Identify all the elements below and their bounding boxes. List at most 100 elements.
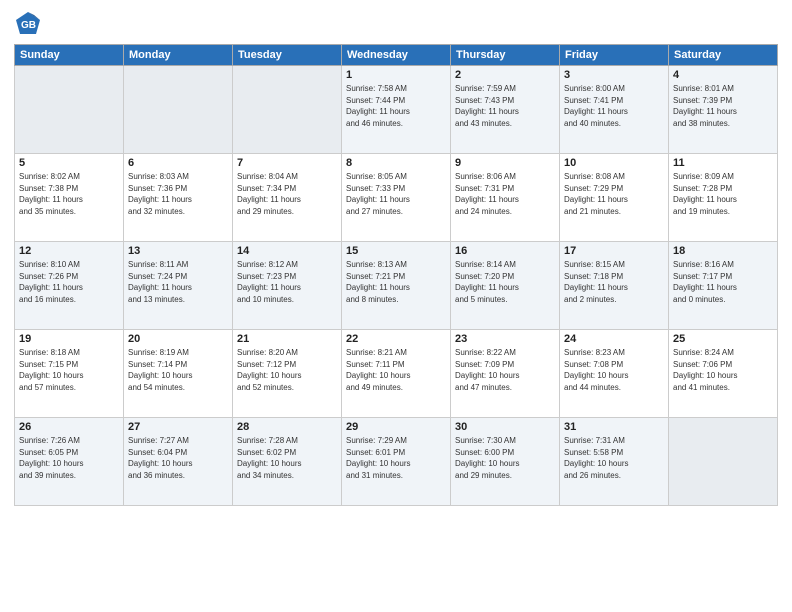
day-number: 10 — [564, 157, 664, 169]
cell-info: Sunrise: 7:58 AM Sunset: 7:44 PM Dayligh… — [346, 83, 446, 129]
cell-info: Sunrise: 8:08 AM Sunset: 7:29 PM Dayligh… — [564, 171, 664, 217]
day-number: 5 — [19, 157, 119, 169]
calendar-cell: 2 Sunrise: 7:59 AM Sunset: 7:43 PM Daylig… — [451, 66, 560, 154]
calendar-week-row: 19 Sunrise: 8:18 AM Sunset: 7:15 PM Dayli… — [15, 330, 778, 418]
cell-info: Sunrise: 8:04 AM Sunset: 7:34 PM Dayligh… — [237, 171, 337, 217]
svg-text:GB: GB — [21, 20, 36, 31]
calendar-cell: 28Sunrise: 7:28 AM Sunset: 6:02 PM Dayli… — [233, 418, 342, 506]
calendar-cell — [124, 66, 233, 154]
cell-info: Sunrise: 7:30 AM Sunset: 6:00 PM Dayligh… — [455, 435, 555, 481]
weekday-header-thursday: Thursday — [451, 45, 560, 66]
page-header: GB — [14, 10, 778, 38]
cell-info: Sunrise: 8:01 AM Sunset: 7:39 PM Dayligh… — [673, 83, 773, 129]
calendar-cell: 10 Sunrise: 8:08 AM Sunset: 7:29 PM Dayli… — [560, 154, 669, 242]
day-number: 2 — [455, 69, 555, 81]
calendar-cell — [669, 418, 778, 506]
calendar-cell: 22Sunrise: 8:21 AM Sunset: 7:11 PM Dayli… — [342, 330, 451, 418]
cell-info: Sunrise: 8:24 AM Sunset: 7:06 PM Dayligh… — [673, 347, 773, 393]
cell-info: Sunrise: 8:11 AM Sunset: 7:24 PM Dayligh… — [128, 259, 228, 305]
cell-info: Sunrise: 7:29 AM Sunset: 6:01 PM Dayligh… — [346, 435, 446, 481]
cell-info: Sunrise: 8:19 AM Sunset: 7:14 PM Dayligh… — [128, 347, 228, 393]
calendar-cell: 16 Sunrise: 8:14 AM Sunset: 7:20 PM Dayli… — [451, 242, 560, 330]
day-number: 20 — [128, 333, 228, 345]
calendar-cell: 12Sunrise: 8:10 AM Sunset: 7:26 PM Dayli… — [15, 242, 124, 330]
cell-info: Sunrise: 8:06 AM Sunset: 7:31 PM Dayligh… — [455, 171, 555, 217]
cell-info: Sunrise: 8:15 AM Sunset: 7:18 PM Dayligh… — [564, 259, 664, 305]
calendar-cell: 15 Sunrise: 8:13 AM Sunset: 7:21 PM Dayli… — [342, 242, 451, 330]
day-number: 16 — [455, 245, 555, 257]
calendar-cell: 25 Sunrise: 8:24 AM Sunset: 7:06 PM Dayli… — [669, 330, 778, 418]
calendar-cell: 29 Sunrise: 7:29 AM Sunset: 6:01 PM Dayli… — [342, 418, 451, 506]
cell-info: Sunrise: 7:28 AM Sunset: 6:02 PM Dayligh… — [237, 435, 337, 481]
calendar-week-row: 12Sunrise: 8:10 AM Sunset: 7:26 PM Dayli… — [15, 242, 778, 330]
calendar-week-row: 1 Sunrise: 7:58 AM Sunset: 7:44 PM Daylig… — [15, 66, 778, 154]
calendar-cell: 5 Sunrise: 8:02 AM Sunset: 7:38 PM Daylig… — [15, 154, 124, 242]
day-number: 3 — [564, 69, 664, 81]
cell-info: Sunrise: 7:26 AM Sunset: 6:05 PM Dayligh… — [19, 435, 119, 481]
calendar-cell: 21 Sunrise: 8:20 AM Sunset: 7:12 PM Dayli… — [233, 330, 342, 418]
day-number: 9 — [455, 157, 555, 169]
weekday-header-friday: Friday — [560, 45, 669, 66]
cell-info: Sunrise: 8:14 AM Sunset: 7:20 PM Dayligh… — [455, 259, 555, 305]
cell-info: Sunrise: 7:27 AM Sunset: 6:04 PM Dayligh… — [128, 435, 228, 481]
day-number: 30 — [455, 421, 555, 433]
cell-info: Sunrise: 8:18 AM Sunset: 7:15 PM Dayligh… — [19, 347, 119, 393]
cell-info: Sunrise: 8:12 AM Sunset: 7:23 PM Dayligh… — [237, 259, 337, 305]
cell-info: Sunrise: 7:31 AM Sunset: 5:58 PM Dayligh… — [564, 435, 664, 481]
day-number: 14 — [237, 245, 337, 257]
day-number: 29 — [346, 421, 446, 433]
calendar-cell: 4 Sunrise: 8:01 AM Sunset: 7:39 PM Daylig… — [669, 66, 778, 154]
day-number: 4 — [673, 69, 773, 81]
logo-icon: GB — [14, 10, 42, 38]
calendar-cell — [15, 66, 124, 154]
day-number: 27 — [128, 421, 228, 433]
calendar-cell: 26 Sunrise: 7:26 AM Sunset: 6:05 PM Dayli… — [15, 418, 124, 506]
cell-info: Sunrise: 8:09 AM Sunset: 7:28 PM Dayligh… — [673, 171, 773, 217]
weekday-header-monday: Monday — [124, 45, 233, 66]
day-number: 25 — [673, 333, 773, 345]
calendar-cell: 30 Sunrise: 7:30 AM Sunset: 6:00 PM Dayli… — [451, 418, 560, 506]
calendar-cell: 24Sunrise: 8:23 AM Sunset: 7:08 PM Dayli… — [560, 330, 669, 418]
cell-info: Sunrise: 7:59 AM Sunset: 7:43 PM Dayligh… — [455, 83, 555, 129]
calendar-cell: 7 Sunrise: 8:04 AM Sunset: 7:34 PM Daylig… — [233, 154, 342, 242]
calendar-cell: 31 Sunrise: 7:31 AM Sunset: 5:58 PM Dayli… — [560, 418, 669, 506]
cell-info: Sunrise: 8:13 AM Sunset: 7:21 PM Dayligh… — [346, 259, 446, 305]
day-number: 21 — [237, 333, 337, 345]
cell-info: Sunrise: 8:22 AM Sunset: 7:09 PM Dayligh… — [455, 347, 555, 393]
calendar-cell: 6Sunrise: 8:03 AM Sunset: 7:36 PM Daylig… — [124, 154, 233, 242]
calendar-cell: 1 Sunrise: 7:58 AM Sunset: 7:44 PM Daylig… — [342, 66, 451, 154]
logo: GB — [14, 10, 46, 38]
weekday-header-row: SundayMondayTuesdayWednesdayThursdayFrid… — [15, 45, 778, 66]
day-number: 18 — [673, 245, 773, 257]
day-number: 26 — [19, 421, 119, 433]
calendar-cell: 14 Sunrise: 8:12 AM Sunset: 7:23 PM Dayli… — [233, 242, 342, 330]
day-number: 1 — [346, 69, 446, 81]
cell-info: Sunrise: 8:16 AM Sunset: 7:17 PM Dayligh… — [673, 259, 773, 305]
day-number: 31 — [564, 421, 664, 433]
calendar-table: SundayMondayTuesdayWednesdayThursdayFrid… — [14, 44, 778, 506]
weekday-header-tuesday: Tuesday — [233, 45, 342, 66]
day-number: 23 — [455, 333, 555, 345]
day-number: 17 — [564, 245, 664, 257]
calendar-week-row: 26 Sunrise: 7:26 AM Sunset: 6:05 PM Dayli… — [15, 418, 778, 506]
cell-info: Sunrise: 8:03 AM Sunset: 7:36 PM Dayligh… — [128, 171, 228, 217]
calendar-cell: 27 Sunrise: 7:27 AM Sunset: 6:04 PM Dayli… — [124, 418, 233, 506]
calendar-cell: 23 Sunrise: 8:22 AM Sunset: 7:09 PM Dayli… — [451, 330, 560, 418]
day-number: 15 — [346, 245, 446, 257]
day-number: 22 — [346, 333, 446, 345]
cell-info: Sunrise: 8:10 AM Sunset: 7:26 PM Dayligh… — [19, 259, 119, 305]
day-number: 7 — [237, 157, 337, 169]
calendar-cell: 3 Sunrise: 8:00 AM Sunset: 7:41 PM Daylig… — [560, 66, 669, 154]
day-number: 19 — [19, 333, 119, 345]
weekday-header-saturday: Saturday — [669, 45, 778, 66]
cell-info: Sunrise: 8:00 AM Sunset: 7:41 PM Dayligh… — [564, 83, 664, 129]
cell-info: Sunrise: 8:20 AM Sunset: 7:12 PM Dayligh… — [237, 347, 337, 393]
calendar-cell: 17 Sunrise: 8:15 AM Sunset: 7:18 PM Dayli… — [560, 242, 669, 330]
calendar-cell: 20 Sunrise: 8:19 AM Sunset: 7:14 PM Dayli… — [124, 330, 233, 418]
day-number: 11 — [673, 157, 773, 169]
calendar-cell: 11 Sunrise: 8:09 AM Sunset: 7:28 PM Dayli… — [669, 154, 778, 242]
day-number: 24 — [564, 333, 664, 345]
calendar-cell: 19 Sunrise: 8:18 AM Sunset: 7:15 PM Dayli… — [15, 330, 124, 418]
cell-info: Sunrise: 8:02 AM Sunset: 7:38 PM Dayligh… — [19, 171, 119, 217]
day-number: 13 — [128, 245, 228, 257]
